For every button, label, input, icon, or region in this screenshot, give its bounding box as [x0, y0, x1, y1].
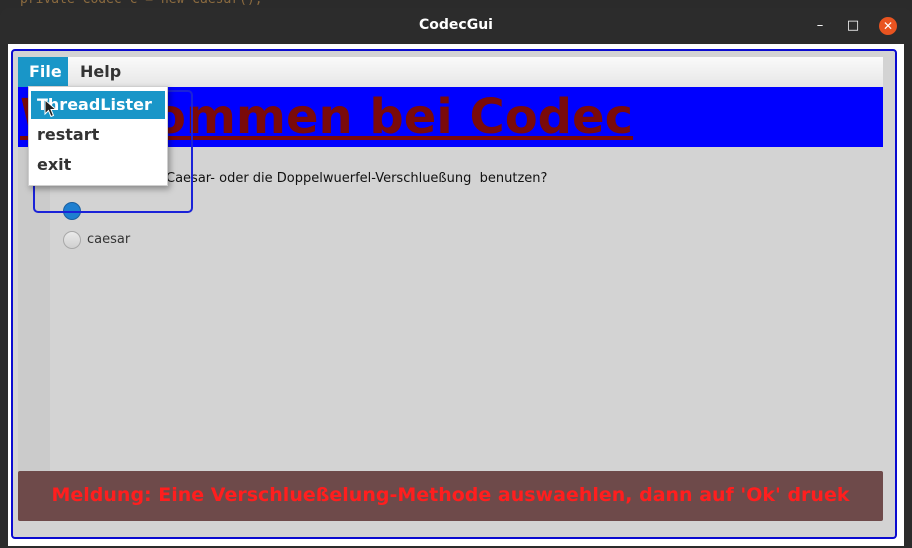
close-icon[interactable]: ✕	[879, 17, 897, 35]
window-titlebar[interactable]: CodecGui – □ ✕	[0, 8, 912, 44]
menu-file[interactable]: File	[18, 57, 68, 87]
maximize-icon[interactable]: □	[845, 18, 861, 34]
menu-item-restart[interactable]: restart	[31, 121, 165, 149]
mouse-cursor-icon	[44, 99, 58, 118]
menu-item-exit[interactable]: exit	[31, 151, 165, 179]
status-bar: Meldung: Eine Verschlueßelung-Methode au…	[18, 471, 883, 521]
menu-bar: File Help	[18, 57, 883, 88]
status-message: Meldung: Eine Verschlueßelung-Methode au…	[51, 484, 850, 506]
window-client-area: File Help Willkommen bei Codec Caesar- o…	[8, 44, 904, 546]
menu-help[interactable]: Help	[69, 57, 132, 87]
method-question: Caesar- oder die Doppelwuerfel-Verschlue…	[166, 171, 548, 186]
minimize-icon[interactable]: –	[812, 18, 828, 34]
radio-caesar[interactable]	[63, 231, 81, 249]
radio-caesar-label[interactable]: caesar	[87, 231, 130, 249]
file-menu-dropdown: ThreadLister restart exit	[28, 86, 168, 186]
window-title: CodecGui	[419, 17, 493, 33]
